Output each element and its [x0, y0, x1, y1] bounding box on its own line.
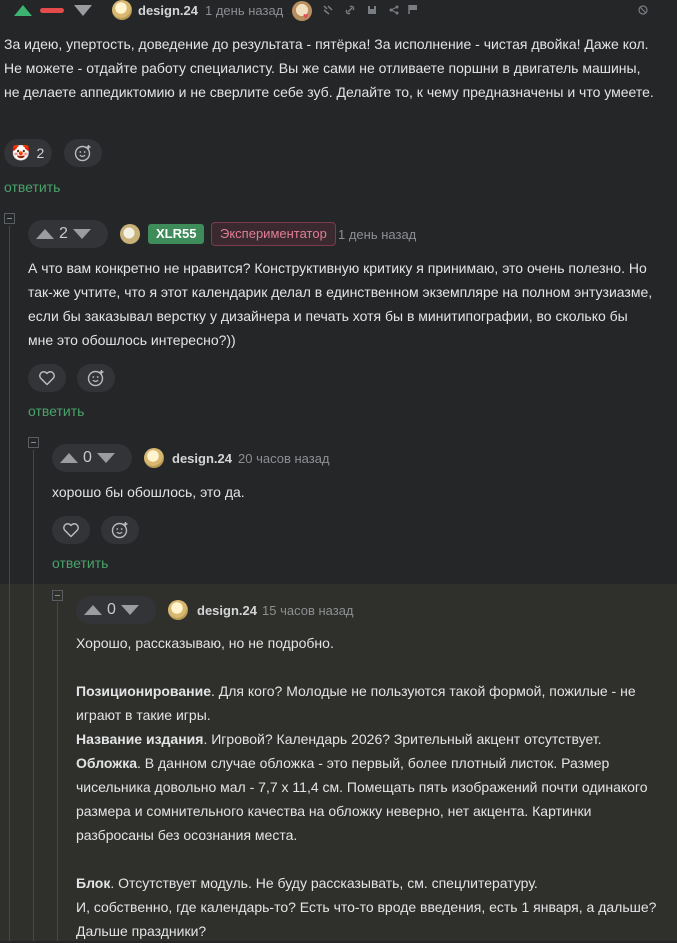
reply-link[interactable]: ответить	[4, 179, 60, 195]
paragraph-heading: Обложка	[76, 755, 137, 771]
vote-count: 2	[59, 225, 68, 242]
comment-time: 20 часов назад	[238, 451, 330, 466]
upvote-button[interactable]	[84, 605, 102, 615]
upvote-button[interactable]	[14, 5, 32, 16]
collapse-thread-button[interactable]	[52, 590, 63, 601]
vote-box: 0	[52, 444, 132, 472]
paragraph-heading: Название издания	[76, 731, 204, 747]
reply-link[interactable]: ответить	[52, 555, 108, 571]
paragraph-body: . Отсутствует модуль. Не буду рассказыва…	[110, 875, 538, 891]
like-button[interactable]	[52, 516, 90, 544]
paragraph-title: Название издания. Игровой? Календарь 202…	[76, 727, 666, 751]
reaction-count: 2	[36, 145, 45, 161]
paragraph-body: . Игровой? Календарь 2026? Зрительный ак…	[203, 731, 602, 747]
rating-indicator	[40, 8, 64, 13]
comment-time: 15 часов назад	[262, 603, 354, 618]
author-name[interactable]: design.24	[172, 451, 232, 466]
downvote-button[interactable]	[96, 453, 115, 463]
comment-text: хорошо бы обошлось, это да.	[52, 484, 245, 500]
thread-line	[33, 450, 34, 941]
upvote-button[interactable]	[36, 229, 54, 239]
share-icon[interactable]	[389, 5, 399, 15]
vote-box: 0	[76, 596, 156, 624]
save-icon[interactable]	[367, 5, 377, 15]
vote-count: 0	[83, 449, 92, 466]
avatar[interactable]	[144, 448, 164, 468]
avatar[interactable]	[120, 224, 140, 244]
link-icon[interactable]	[345, 5, 355, 15]
paragraph-positioning: Позиционирование. Для кого? Молодые не п…	[76, 679, 666, 727]
add-reaction-button[interactable]	[64, 139, 102, 167]
comment-time: 1 день назад	[205, 3, 284, 18]
add-reaction-button[interactable]	[77, 364, 115, 392]
comment-intro: Хорошо, рассказываю, но не подробно.	[76, 635, 334, 651]
subscribe-icon[interactable]	[323, 5, 333, 15]
rating-bar	[6, 2, 100, 20]
like-button[interactable]	[28, 364, 66, 392]
paragraph-block: Блок. Отсутствует модуль. Не буду расска…	[76, 871, 666, 895]
add-reaction-icon	[74, 145, 91, 162]
vote-count: 0	[107, 601, 116, 618]
comment-text: Хорошо, рассказываю, но не подробно. Поз…	[76, 631, 666, 943]
paragraph-heading: Позиционирование	[76, 683, 211, 699]
comment-text: За идею, упертость, доведение до результ…	[4, 36, 654, 100]
paragraph-body: . В данном случае обложка - это первый, …	[76, 755, 648, 843]
add-reaction-icon	[111, 522, 128, 539]
author-name[interactable]: design.24	[138, 3, 198, 18]
author-name[interactable]: design.24	[197, 603, 257, 618]
author-badge[interactable]: Экспериментатор	[211, 222, 336, 246]
avatar[interactable]	[168, 600, 188, 620]
flag-icon[interactable]	[408, 4, 418, 15]
reacted-avatar[interactable]	[292, 1, 312, 21]
paragraph-cover: Обложка. В данном случае обложка - это п…	[76, 751, 666, 847]
downvote-button[interactable]	[74, 5, 92, 16]
vote-box: 2	[28, 220, 108, 248]
collapse-thread-button[interactable]	[4, 213, 15, 224]
heart-icon	[63, 523, 79, 538]
heart-icon: ♥	[303, 11, 309, 21]
reaction-button[interactable]: 🤡 2	[4, 139, 52, 167]
collapse-thread-button[interactable]	[28, 437, 39, 448]
paragraph-question: И, собственно, где календарь-то? Есть чт…	[76, 899, 657, 939]
paragraph-heading: Блок	[76, 875, 111, 891]
downvote-button[interactable]	[72, 229, 91, 239]
hide-icon[interactable]	[638, 5, 648, 15]
author-name[interactable]: XLR55	[148, 224, 205, 244]
clown-emoji: 🤡	[11, 145, 31, 162]
comment-time: 1 день назад	[338, 227, 417, 242]
downvote-button[interactable]	[120, 605, 139, 615]
avatar[interactable]	[112, 0, 132, 20]
thread-line	[57, 602, 58, 941]
comment-text: А что вам конкретно не нравится? Констру…	[28, 260, 653, 348]
upvote-button[interactable]	[60, 453, 78, 463]
heart-icon	[39, 371, 55, 386]
add-reaction-icon	[87, 370, 104, 387]
thread-line	[9, 226, 10, 941]
reply-link[interactable]: ответить	[28, 403, 84, 419]
add-reaction-button[interactable]	[101, 516, 139, 544]
